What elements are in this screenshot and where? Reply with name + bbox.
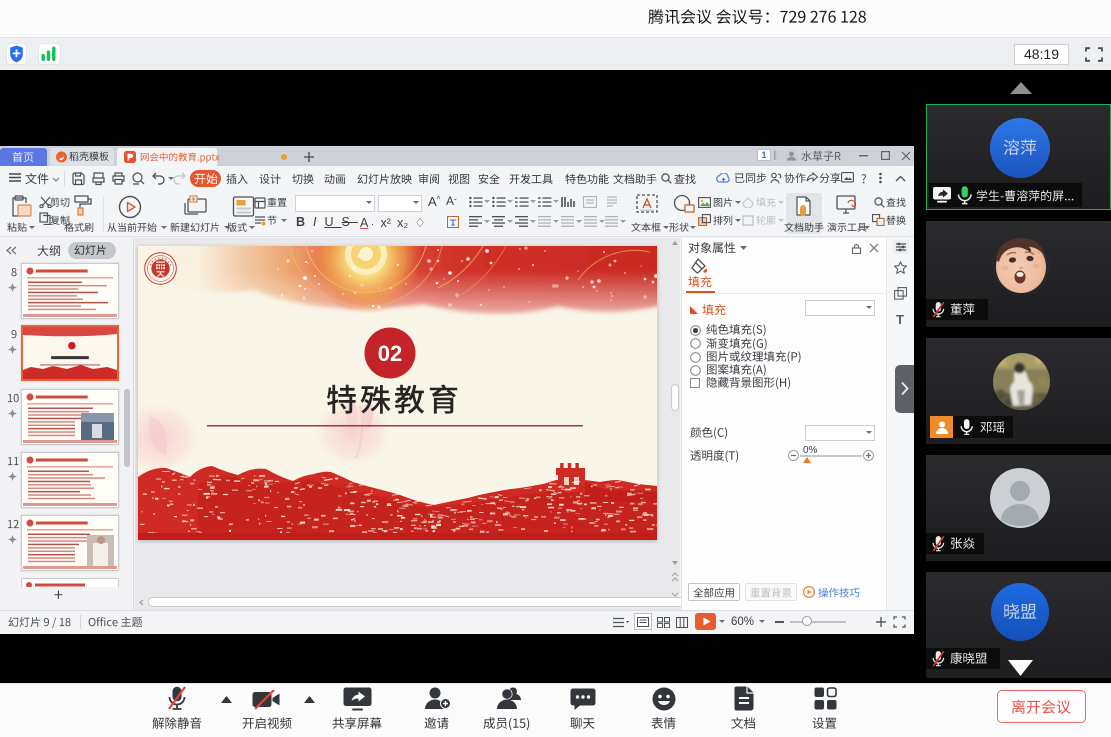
- svg-text:02: 02: [378, 341, 402, 366]
